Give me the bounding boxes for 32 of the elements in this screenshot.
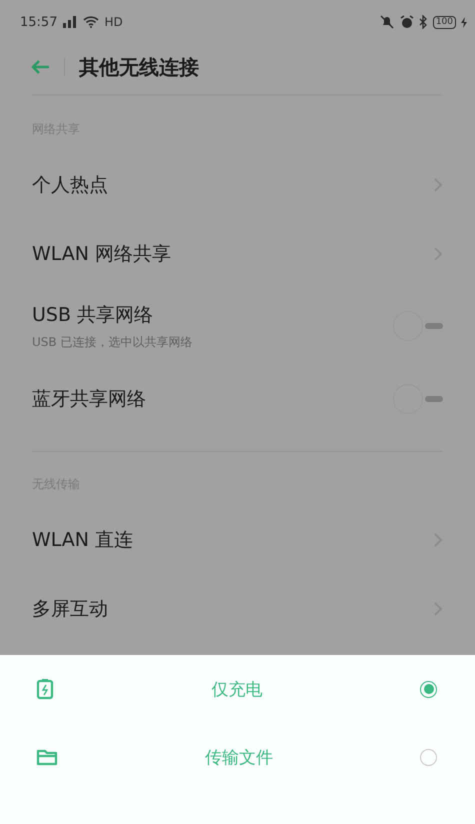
row-title: WLAN 直连 (32, 528, 134, 552)
row-subtitle: USB 已连接，选中以共享网络 (32, 334, 192, 350)
battery-level: 100 (432, 16, 456, 28)
settings-row[interactable]: 多屏互动 (0, 574, 475, 643)
battery-icon (36, 678, 54, 700)
alarm-icon (400, 15, 414, 29)
settings-row[interactable]: WLAN 网络共享 (0, 219, 475, 288)
network-label: HD (104, 15, 123, 29)
option-label: 传输文件 (204, 746, 274, 768)
radio-button[interactable] (420, 680, 437, 698)
radio-button[interactable] (420, 748, 437, 766)
clock: 15:57 (20, 14, 58, 30)
charging-icon (461, 16, 467, 28)
settings-row[interactable]: USB 共享网络 USB 已连接，选中以共享网络 (0, 288, 475, 364)
row-title: USB 共享网络 (32, 302, 154, 328)
bluetooth-icon (418, 15, 428, 29)
settings-row[interactable]: 个人热点 (0, 150, 475, 219)
row-title: WLAN 网络共享 (32, 242, 172, 266)
row-title: 蓝牙共享网络 (32, 386, 146, 412)
row-title: 多屏互动 (32, 596, 108, 622)
page-title: 其他无线连接 (79, 54, 199, 80)
signal-icon (62, 16, 78, 28)
folder-icon (36, 748, 58, 766)
back-icon[interactable] (30, 59, 50, 75)
toggle-switch[interactable] (393, 311, 443, 341)
wifi-icon (83, 16, 100, 28)
settings-row[interactable]: WLAN 直连 (0, 505, 475, 574)
row-title: 个人热点 (32, 172, 108, 198)
mute-icon (378, 15, 395, 29)
settings-row[interactable]: 蓝牙共享网络 (0, 364, 475, 433)
toggle-switch[interactable] (393, 384, 443, 414)
option-label: 仅充电 (210, 678, 264, 700)
